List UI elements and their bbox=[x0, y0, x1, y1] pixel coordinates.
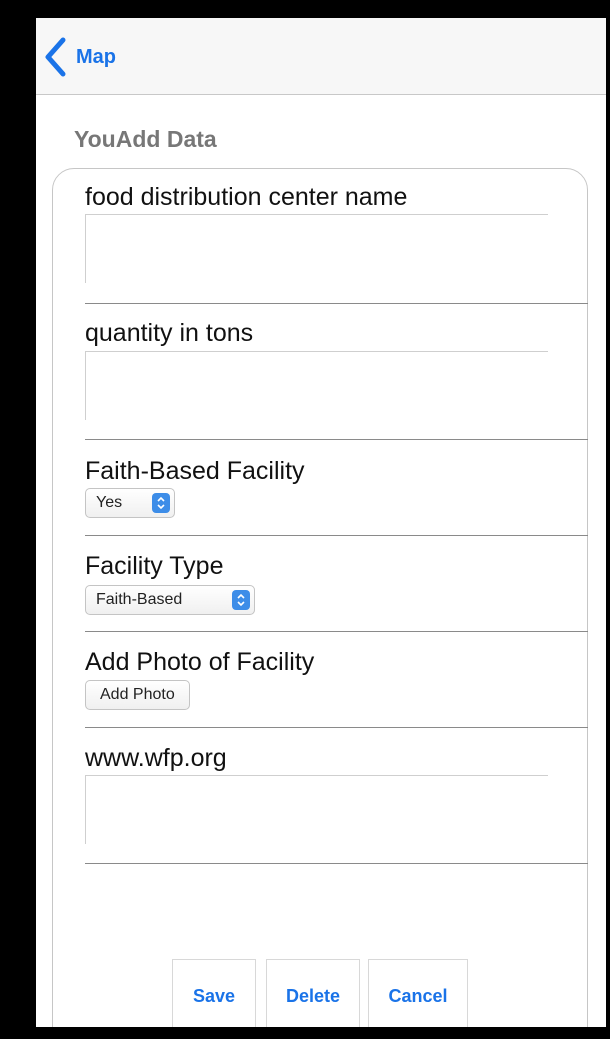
divider bbox=[85, 303, 588, 304]
form-card: food distribution center name quantity i… bbox=[52, 168, 588, 1027]
divider bbox=[85, 727, 588, 728]
faith-based-label: Faith-Based Facility bbox=[85, 457, 305, 485]
navigation-bar: Map bbox=[36, 18, 606, 95]
name-field-label: food distribution center name bbox=[85, 183, 408, 211]
divider bbox=[85, 439, 588, 440]
updown-arrows-icon bbox=[152, 493, 170, 513]
app-screen: Map YouAdd Data food distribution center… bbox=[36, 18, 606, 1027]
name-input[interactable] bbox=[85, 214, 548, 283]
page-title: YouAdd Data bbox=[74, 126, 217, 152]
facility-type-label: Facility Type bbox=[85, 552, 224, 580]
website-field-label: www.wfp.org bbox=[85, 744, 227, 772]
back-label: Map bbox=[76, 45, 116, 68]
back-button[interactable]: Map bbox=[44, 36, 116, 78]
add-photo-label: Add Photo of Facility bbox=[85, 648, 315, 676]
chevron-left-icon bbox=[45, 37, 66, 77]
website-input[interactable] bbox=[85, 775, 548, 844]
quantity-input[interactable] bbox=[85, 351, 548, 420]
add-photo-button[interactable]: Add Photo bbox=[85, 680, 190, 710]
facility-type-select[interactable]: Faith-Based bbox=[85, 585, 255, 615]
faith-based-selected-value: Yes bbox=[96, 494, 123, 511]
save-button[interactable]: Save bbox=[172, 959, 256, 1027]
quantity-field-label: quantity in tons bbox=[85, 319, 254, 347]
facility-type-selected-value: Faith-Based bbox=[96, 591, 183, 608]
divider bbox=[85, 535, 588, 536]
divider bbox=[85, 863, 588, 864]
divider bbox=[85, 631, 588, 632]
cancel-button[interactable]: Cancel bbox=[368, 959, 468, 1027]
delete-button[interactable]: Delete bbox=[266, 959, 360, 1027]
updown-arrows-icon bbox=[232, 590, 250, 610]
faith-based-select[interactable]: Yes bbox=[85, 488, 175, 518]
